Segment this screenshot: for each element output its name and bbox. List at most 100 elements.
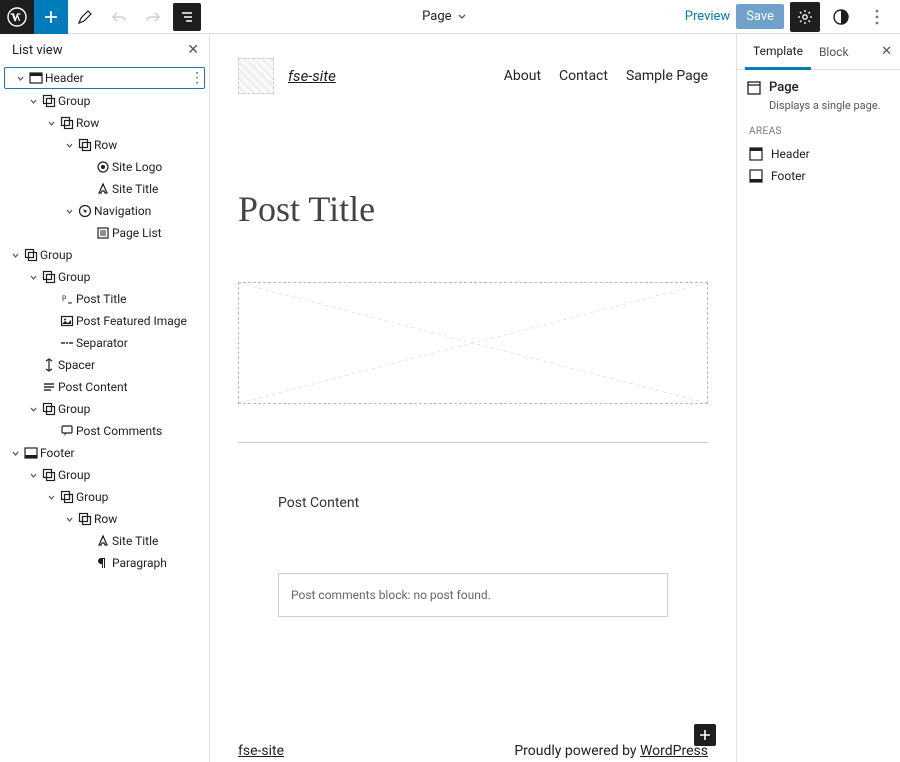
- site-logo-placeholder[interactable]: [238, 58, 274, 94]
- close-list-view-button[interactable]: ✕: [187, 42, 199, 58]
- chevron-down-icon[interactable]: [8, 251, 22, 260]
- tree-item-label: Post Featured Image: [76, 314, 205, 328]
- chevron-down-icon[interactable]: [26, 97, 40, 106]
- footer-powered-by[interactable]: Proudly powered by WordPress: [514, 743, 708, 759]
- save-button[interactable]: Save: [736, 4, 784, 29]
- post-title-icon: P: [58, 292, 76, 306]
- tree-item[interactable]: Post Content: [0, 376, 209, 398]
- list-view-panel: List view ✕ Header⋮GroupRowRowSite LogoS…: [0, 34, 210, 762]
- tree-item[interactable]: Group: [0, 486, 209, 508]
- undo-button[interactable]: [102, 0, 136, 34]
- tree-item[interactable]: Navigation: [0, 200, 209, 222]
- more-options-button[interactable]: [862, 2, 892, 32]
- tree-item-label: Navigation: [94, 204, 205, 218]
- post-comments-block[interactable]: Post comments block: no post found.: [278, 573, 668, 617]
- separator-icon: [58, 336, 76, 350]
- post-content-icon: [40, 380, 58, 394]
- chevron-down-icon[interactable]: [44, 493, 58, 502]
- editor-canvas[interactable]: fse-site About Contact Sample Page Post …: [210, 34, 736, 762]
- tree-item[interactable]: Group: [0, 244, 209, 266]
- chevron-down-icon[interactable]: [62, 141, 76, 150]
- top-toolbar: Page Preview Save: [0, 0, 900, 34]
- canvas-site-title[interactable]: fse-site: [288, 67, 336, 85]
- chevron-down-icon[interactable]: [44, 119, 58, 128]
- comments-icon: [58, 424, 76, 438]
- nav-item[interactable]: Sample Page: [626, 68, 708, 84]
- tree-item[interactable]: PPost Title: [0, 288, 209, 310]
- chevron-down-icon[interactable]: [26, 405, 40, 414]
- tree-item[interactable]: Page List: [0, 222, 209, 244]
- list-view-title: List view: [12, 43, 62, 58]
- separator-block[interactable]: [238, 442, 708, 443]
- group-icon: [40, 468, 58, 482]
- tree-item[interactable]: Site Title: [0, 178, 209, 200]
- chevron-down-icon: [457, 12, 467, 22]
- close-settings-button[interactable]: ✕: [881, 44, 892, 59]
- wordpress-logo-icon[interactable]: [0, 0, 34, 34]
- tree-item-label: Header: [45, 71, 190, 85]
- tree-item[interactable]: Site Title: [0, 530, 209, 552]
- preview-link[interactable]: Preview: [685, 9, 730, 24]
- add-block-button[interactable]: [34, 0, 68, 34]
- tree-item[interactable]: Post Featured Image: [0, 310, 209, 332]
- tree-item-more-button[interactable]: ⋮: [190, 70, 204, 86]
- add-block-fab[interactable]: [694, 724, 716, 746]
- settings-button[interactable]: [790, 2, 820, 32]
- header-area-icon: [749, 147, 763, 161]
- tree-item[interactable]: Separator: [0, 332, 209, 354]
- chevron-down-icon[interactable]: [62, 207, 76, 216]
- tree-item[interactable]: Row: [0, 134, 209, 156]
- tree-item[interactable]: Group: [0, 464, 209, 486]
- tree-item[interactable]: Group: [0, 266, 209, 288]
- area-footer[interactable]: Footer: [747, 165, 890, 187]
- gear-icon: [797, 9, 813, 25]
- tree-item[interactable]: Group: [0, 90, 209, 112]
- site-title-icon: [94, 182, 112, 196]
- styles-button[interactable]: [826, 2, 856, 32]
- tree-item-label: Group: [58, 402, 205, 416]
- post-content-block[interactable]: Post Content: [278, 495, 708, 511]
- areas-heading: AREAS: [749, 126, 890, 137]
- chevron-down-icon[interactable]: [26, 273, 40, 282]
- footer-site-title[interactable]: fse-site: [238, 743, 284, 759]
- tree-item[interactable]: Paragraph: [0, 552, 209, 574]
- paragraph-icon: [94, 556, 112, 570]
- chevron-down-icon[interactable]: [8, 449, 22, 458]
- featured-image-placeholder[interactable]: [238, 282, 708, 404]
- tree-item[interactable]: Post Comments: [0, 420, 209, 442]
- tree-item[interactable]: Group: [0, 398, 209, 420]
- redo-button[interactable]: [136, 0, 170, 34]
- group-icon: [40, 402, 58, 416]
- site-logo-icon: [94, 160, 112, 174]
- tab-template[interactable]: Template: [745, 34, 811, 70]
- group-icon: [40, 270, 58, 284]
- tree-item-label: Spacer: [58, 358, 205, 372]
- tree-item[interactable]: Row: [0, 508, 209, 530]
- tree-item[interactable]: Header⋮: [4, 67, 205, 89]
- tree-item[interactable]: Footer: [0, 442, 209, 464]
- tab-block[interactable]: Block: [811, 35, 857, 68]
- tree-item-label: Footer: [40, 446, 205, 460]
- post-title-block[interactable]: Post Title: [238, 188, 708, 230]
- tree-item-label: Post Comments: [76, 424, 205, 438]
- tree-item[interactable]: Spacer: [0, 354, 209, 376]
- footer-icon: [22, 446, 40, 460]
- tree-item-label: Group: [40, 248, 205, 262]
- contrast-icon: [832, 8, 850, 26]
- nav-item[interactable]: Contact: [559, 68, 608, 84]
- tree-item-label: Row: [94, 138, 205, 152]
- edit-tool-button[interactable]: [68, 0, 102, 34]
- tree-item[interactable]: Row: [0, 112, 209, 134]
- chevron-down-icon[interactable]: [13, 74, 27, 83]
- tree-item-label: Group: [76, 490, 205, 504]
- template-desc: Displays a single page.: [769, 99, 890, 112]
- chevron-down-icon[interactable]: [26, 471, 40, 480]
- document-title[interactable]: Page: [204, 9, 685, 24]
- area-header[interactable]: Header: [747, 143, 890, 165]
- footer-area-icon: [749, 169, 763, 183]
- list-view-toggle-button[interactable]: [173, 3, 201, 31]
- nav-item[interactable]: About: [504, 68, 541, 84]
- tree-item-label: Paragraph: [112, 556, 205, 570]
- tree-item[interactable]: Site Logo: [0, 156, 209, 178]
- chevron-down-icon[interactable]: [62, 515, 76, 524]
